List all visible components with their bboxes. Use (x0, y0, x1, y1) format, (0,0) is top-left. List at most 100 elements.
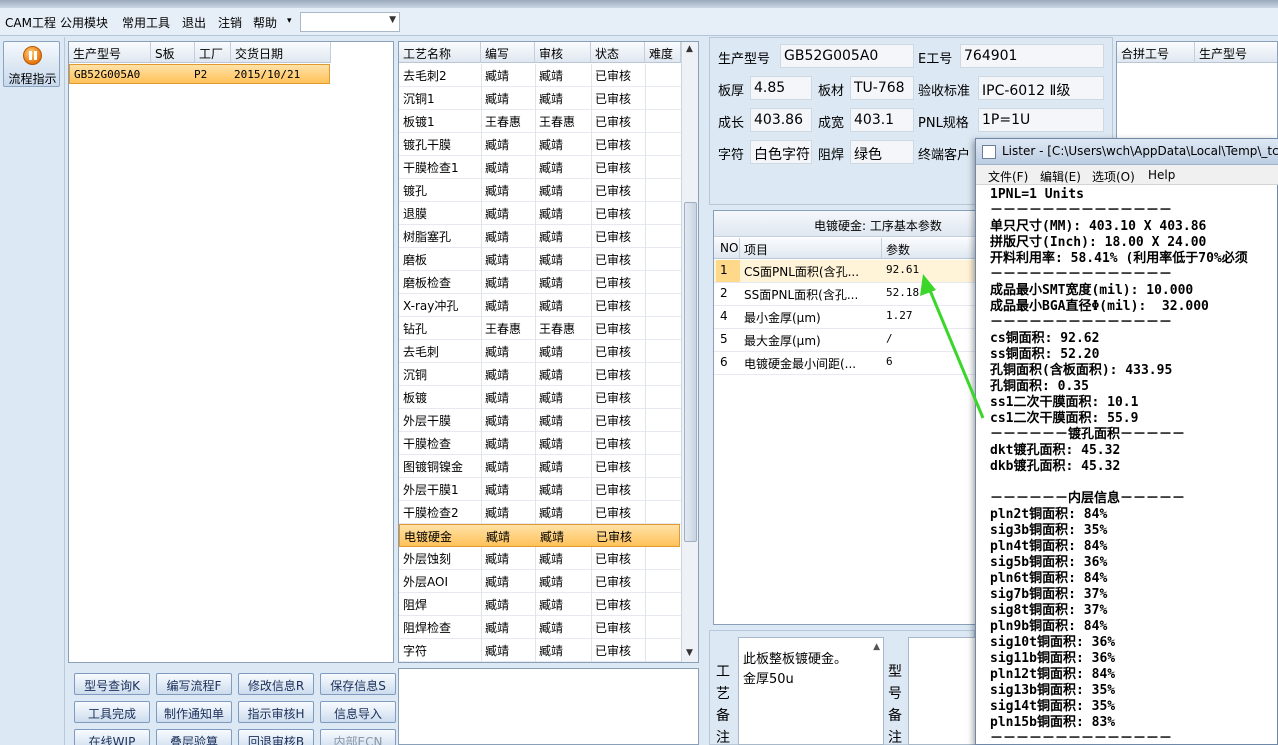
process-cell: 外层蚀刻 (403, 552, 452, 566)
process-cell: 臧靖 (539, 161, 564, 175)
info-value-eno[interactable]: 764901 (960, 44, 1104, 68)
process-row[interactable]: 磨板检查 臧靖 臧靖 已审核 (399, 271, 681, 294)
action-button[interactable]: 修改信息R (238, 673, 314, 695)
info-value-material[interactable]: TU-768 (850, 76, 914, 100)
lister-title-bar[interactable]: Lister - [C:\Users\wch\AppData\Local\Tem… (976, 139, 1278, 165)
action-button[interactable]: 保存信息S (320, 673, 396, 695)
action-button[interactable]: 型号查询K (74, 673, 150, 695)
menu-logout[interactable]: 注销 (218, 14, 242, 31)
scroll-up-icon[interactable]: ▲ (686, 44, 693, 54)
remark-panel: 工艺备注 此板整板镀硬金。 金厚50u ▲ 型号备注 (709, 630, 978, 745)
menu-overflow-arrow-icon[interactable]: ▾ (287, 16, 292, 26)
scroll-down-icon[interactable]: ▼ (686, 648, 693, 658)
lister-line: dkt镀孔面积: 45.32 (990, 443, 1121, 458)
process-row[interactable]: 图镀铜镍金 臧靖 臧靖 已审核 (399, 455, 681, 478)
process-row[interactable]: 镀孔 臧靖 臧靖 已审核 (399, 179, 681, 202)
process-row[interactable]: 沉铜1 臧靖 臧靖 已审核 (399, 87, 681, 110)
lister-menu-help[interactable]: Help (1148, 168, 1175, 182)
action-button[interactable]: 内部ECN (320, 729, 396, 745)
process-header-name[interactable]: 工艺名称 (399, 42, 481, 63)
process-row[interactable]: 干膜检查1 臧靖 臧靖 已审核 (399, 156, 681, 179)
process-row[interactable]: 板镀1 王春惠 王春惠 已审核 (399, 110, 681, 133)
process-row[interactable]: 树脂塞孔 臧靖 臧靖 已审核 (399, 225, 681, 248)
order-row[interactable]: GB52G005A0 P2 2015/10/21 (69, 64, 330, 84)
process-remark-text[interactable]: 此板整板镀硬金。 金厚50u ▲ (738, 637, 884, 745)
menu-tools[interactable]: 常用工具 (122, 14, 170, 31)
process-row[interactable]: 干膜检查2 臧靖 臧靖 已审核 (399, 501, 681, 524)
process-row[interactable]: 去毛刺2 臧靖 臧靖 已审核 (399, 64, 681, 87)
process-row[interactable]: 外层干膜1 臧靖 臧靖 已审核 (399, 478, 681, 501)
process-cell: 臧靖 (539, 230, 564, 244)
process-row[interactable]: 退膜 臧靖 臧靖 已审核 (399, 202, 681, 225)
order-header-delivery[interactable]: 交货日期 (231, 42, 331, 63)
order-header-s[interactable]: S板 (151, 42, 195, 63)
process-header-reviewer[interactable]: 审核 (535, 42, 591, 63)
scroll-up-icon[interactable]: ▲ (873, 642, 880, 652)
process-row[interactable]: 板镀 臧靖 臧靖 已审核 (399, 386, 681, 409)
action-button[interactable]: 回退审核B (238, 729, 314, 745)
process-header-status[interactable]: 状态 (591, 42, 645, 63)
lister-line: 开料利用率: 58.41% (利用率低于70%必须 (990, 251, 1248, 266)
action-button[interactable]: 工具完成 (74, 701, 150, 723)
process-row[interactable]: 干膜检查 臧靖 臧靖 已审核 (399, 432, 681, 455)
merge-header-model[interactable]: 生产型号 (1195, 42, 1277, 63)
lister-menu-file[interactable]: 文件(F) (988, 168, 1028, 185)
info-value-thickness[interactable]: 4.85 (750, 76, 812, 100)
action-button[interactable]: 信息导入 (320, 701, 396, 723)
info-value-model[interactable]: GB52G005A0 (780, 44, 914, 68)
lister-menu-edit[interactable]: 编辑(E) (1040, 168, 1081, 185)
process-row[interactable]: 外层干膜 臧靖 臧靖 已审核 (399, 409, 681, 432)
info-value-mask[interactable]: 绿色 (850, 140, 914, 164)
process-header-author[interactable]: 编写 (481, 42, 535, 63)
info-value-legend[interactable]: 白色字符 (750, 140, 812, 164)
process-row[interactable]: 外层蚀刻 臧靖 臧靖 已审核 (399, 547, 681, 570)
action-button[interactable]: 制作通知单 (156, 701, 232, 723)
model-remark-label-char: 备 (888, 708, 902, 724)
param-row[interactable]: 6 电镀硬金最小间距(... 6 (714, 352, 1012, 375)
cell-divider (645, 340, 646, 363)
info-value-width[interactable]: 403.1 (850, 108, 914, 132)
action-button[interactable]: 叠层验算 (156, 729, 232, 745)
process-row[interactable]: 阻焊检查 臧靖 臧靖 已审核 (399, 616, 681, 639)
order-header-factory[interactable]: 工厂 (195, 42, 231, 63)
flow-guide-button[interactable]: 流程指示 (3, 41, 60, 87)
remark-label-char: 艺 (716, 686, 730, 702)
param-row[interactable]: 4 最小金厚(μm) 1.27 (714, 306, 1012, 329)
process-scroll-thumb[interactable] (684, 202, 697, 542)
menu-help[interactable]: 帮助 (253, 14, 277, 31)
order-header-model[interactable]: 生产型号 (69, 42, 151, 63)
process-cell: 臧靖 (539, 644, 564, 658)
param-header-no[interactable]: NO (714, 238, 740, 259)
action-button[interactable]: 指示审核H (238, 701, 314, 723)
info-value-pnl[interactable]: 1P=1U (978, 108, 1104, 132)
menu-common-module[interactable]: 公用模块 (60, 14, 108, 31)
process-scrollbar[interactable]: ▲ ▼ (681, 42, 698, 662)
process-row[interactable]: 字符 臧靖 臧靖 已审核 (399, 639, 681, 662)
process-row[interactable]: 钻孔 王春惠 王春惠 已审核 (399, 317, 681, 340)
process-header-difficulty[interactable]: 难度 (645, 42, 681, 63)
info-value-length[interactable]: 403.86 (750, 108, 812, 132)
param-row[interactable]: 1 CS面PNL面积(含孔... 92.61 (714, 260, 1012, 283)
param-header-item[interactable]: 项目 (740, 238, 882, 259)
menu-cam[interactable]: CAM工程 (5, 14, 56, 31)
merge-header-jobno[interactable]: 合拼工号 (1117, 42, 1195, 63)
process-row[interactable]: 外层AOI 臧靖 臧靖 已审核 (399, 570, 681, 593)
param-row[interactable]: 2 SS面PNL面积(含孔... 52.18 (714, 283, 1012, 306)
model-remark-text[interactable] (908, 637, 978, 745)
process-row[interactable]: 电镀硬金 臧靖 臧靖 已审核 (399, 524, 680, 547)
process-row[interactable]: 阻焊 臧靖 臧靖 已审核 (399, 593, 681, 616)
process-row[interactable]: 磨板 臧靖 臧靖 已审核 (399, 248, 681, 271)
process-row[interactable]: 去毛刺 臧靖 臧靖 已审核 (399, 340, 681, 363)
param-row[interactable]: 5 最大金厚(μm) / (714, 329, 1012, 352)
action-button[interactable]: 编写流程F (156, 673, 232, 695)
process-row[interactable]: 沉铜 臧靖 臧靖 已审核 (399, 363, 681, 386)
lister-line: 1PNL=1 Units (990, 187, 1084, 202)
process-notes-box[interactable] (398, 668, 699, 745)
toolbar-combo[interactable]: ▼ (300, 12, 400, 32)
process-row[interactable]: 镀孔干膜 臧靖 臧靖 已审核 (399, 133, 681, 156)
process-row[interactable]: X-ray冲孔 臧靖 臧靖 已审核 (399, 294, 681, 317)
menu-exit[interactable]: 退出 (182, 14, 206, 31)
action-button[interactable]: 在线WIP (74, 729, 150, 745)
info-value-standard[interactable]: IPC-6012 Ⅱ级 (978, 76, 1104, 100)
lister-menu-options[interactable]: 选项(O) (1092, 168, 1135, 185)
